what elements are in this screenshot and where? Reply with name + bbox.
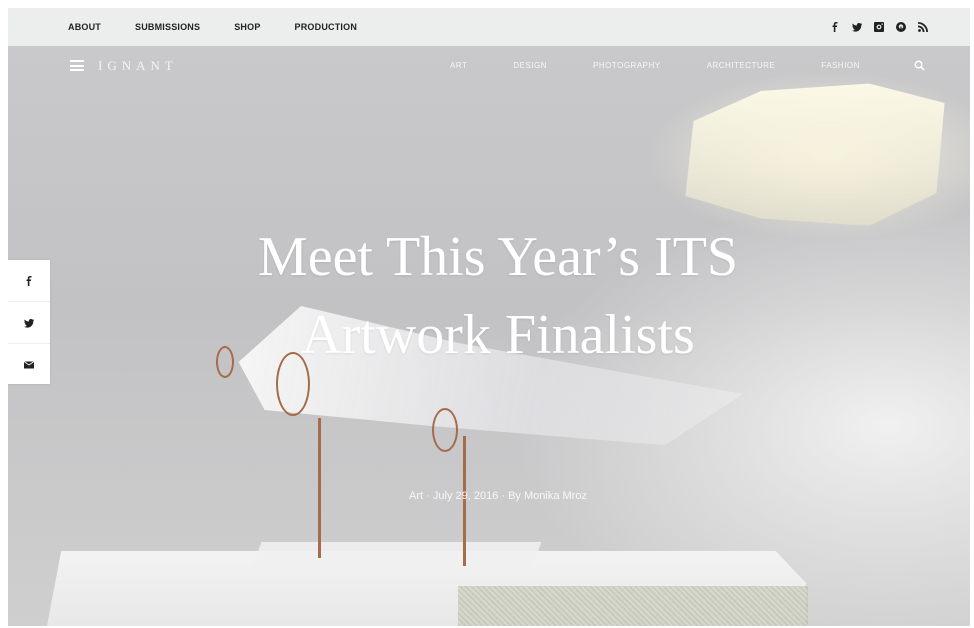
hamburger-icon[interactable]	[70, 60, 84, 71]
hero: IGNANT ART DESIGN PHOTOGRAPHY ARCHITECTU…	[8, 46, 970, 626]
category-art[interactable]: ART	[450, 61, 467, 70]
share-twitter-button[interactable]	[8, 302, 50, 344]
copper-ring	[432, 408, 458, 452]
article-title[interactable]: Meet This Year’s ITS Artwork Finalists	[168, 218, 828, 374]
share-email-button[interactable]	[8, 344, 50, 385]
acrylic-base	[250, 542, 542, 572]
site-logo[interactable]: IGNANT	[98, 58, 178, 74]
rss-icon[interactable]	[918, 22, 928, 32]
pinterest-icon[interactable]	[896, 22, 906, 32]
facebook-icon	[26, 275, 32, 286]
category-architecture[interactable]: ARCHITECTURE	[707, 61, 776, 70]
hanging-lamp-artwork	[685, 83, 945, 226]
category-design[interactable]: DESIGN	[513, 61, 547, 70]
instagram-icon[interactable]	[874, 22, 884, 32]
share-bar	[8, 260, 50, 384]
facebook-icon[interactable]	[830, 22, 840, 32]
category-fashion[interactable]: FASHION	[821, 61, 860, 70]
share-facebook-button[interactable]	[8, 260, 50, 302]
category-nav: ART DESIGN PHOTOGRAPHY ARCHITECTURE FASH…	[450, 61, 906, 70]
top-nav-submissions[interactable]: SUBMISSIONS	[135, 22, 200, 32]
main-nav: IGNANT ART DESIGN PHOTOGRAPHY ARCHITECTU…	[8, 46, 970, 86]
page: ABOUT SUBMISSIONS SHOP PRODUCTION IGNANT…	[8, 8, 970, 626]
search-icon[interactable]	[914, 60, 925, 71]
support-rod	[318, 418, 321, 558]
top-nav: ABOUT SUBMISSIONS SHOP PRODUCTION	[68, 8, 391, 46]
top-nav-shop[interactable]: SHOP	[234, 22, 260, 32]
pedestal-texture	[458, 586, 808, 626]
article-meta: Art · July 29, 2016 · By Monika Mroz	[409, 490, 587, 502]
category-photography[interactable]: PHOTOGRAPHY	[593, 61, 661, 70]
top-nav-about[interactable]: ABOUT	[68, 22, 101, 32]
top-nav-production[interactable]: PRODUCTION	[295, 22, 358, 32]
email-icon	[24, 360, 34, 368]
twitter-icon[interactable]	[852, 22, 862, 32]
top-social-links	[830, 8, 928, 46]
top-bar: ABOUT SUBMISSIONS SHOP PRODUCTION	[8, 8, 970, 47]
twitter-icon	[24, 318, 34, 328]
